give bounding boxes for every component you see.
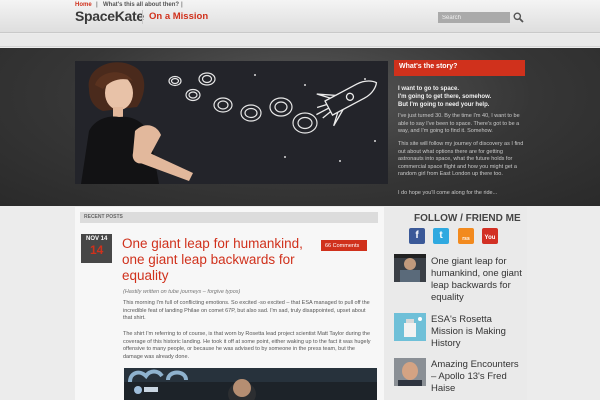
story-paragraph: I do hope you'll come along for the ride… [398,190,498,196]
sidebar-post-title[interactable]: ESA's Rosetta Mission is Making History [431,314,526,350]
post-paragraph: The shirt I'm referring to of course, is… [123,331,371,360]
post-date-month: NOV 14 [86,236,108,242]
post-paragraph: This morning I'm full of conflicting emo… [123,300,370,321]
follow-title: FOLLOW / FRIEND ME [414,213,521,224]
nav-item-home[interactable]: Home [75,1,92,9]
post-featured-image[interactable] [124,368,377,400]
post-title-link[interactable]: One giant leap for humankind, one giant … [122,236,312,284]
youtube-icon[interactable]: You [482,228,498,244]
comments-count[interactable]: 66 Comments [325,243,359,249]
nav-separator: | [96,2,98,8]
rss-icon[interactable]: rss [458,228,474,244]
twitter-glyph: t [439,230,443,241]
sidebar-post-thumb[interactable] [394,313,426,341]
story-intro: I want to go to space. I'm going to get … [398,86,492,108]
facebook-icon[interactable]: f [409,228,425,244]
youtube-glyph: You [484,235,496,241]
post-subtitle: (Hastily written on tube journeys – forg… [123,289,241,295]
post-date-day: 14 [90,243,104,257]
nav-separator: | [181,2,183,8]
sidebar-post-title[interactable]: One giant leap for humankind, one giant … [431,256,526,304]
story-title: What's the story? [399,63,458,70]
search-input[interactable] [438,12,510,23]
recent-posts-header [80,212,378,223]
hero-illustration [75,61,388,184]
rss-glyph: rss [462,236,470,242]
main-nav [0,34,600,47]
sidebar-post-title[interactable]: Amazing Encounters – Apollo 13's Fred Ha… [431,359,526,395]
sidebar-post-thumb[interactable] [394,254,426,282]
recent-posts-label: Recent Posts [84,214,123,220]
header-divider [142,10,143,24]
site-title[interactable]: SpaceKate [75,8,144,24]
sidebar-post-thumb[interactable] [394,358,426,386]
story-paragraph: This site will follow my journey of disc… [398,141,524,177]
twitter-icon[interactable]: t [433,228,449,244]
story-paragraph: I've just turned 30. By the time I'm 40,… [398,113,520,134]
facebook-glyph: f [415,230,419,241]
search-icon[interactable] [513,12,524,23]
nav-item-about[interactable]: What's this all about then? [103,1,179,9]
site-tagline: On a Mission [149,11,209,22]
